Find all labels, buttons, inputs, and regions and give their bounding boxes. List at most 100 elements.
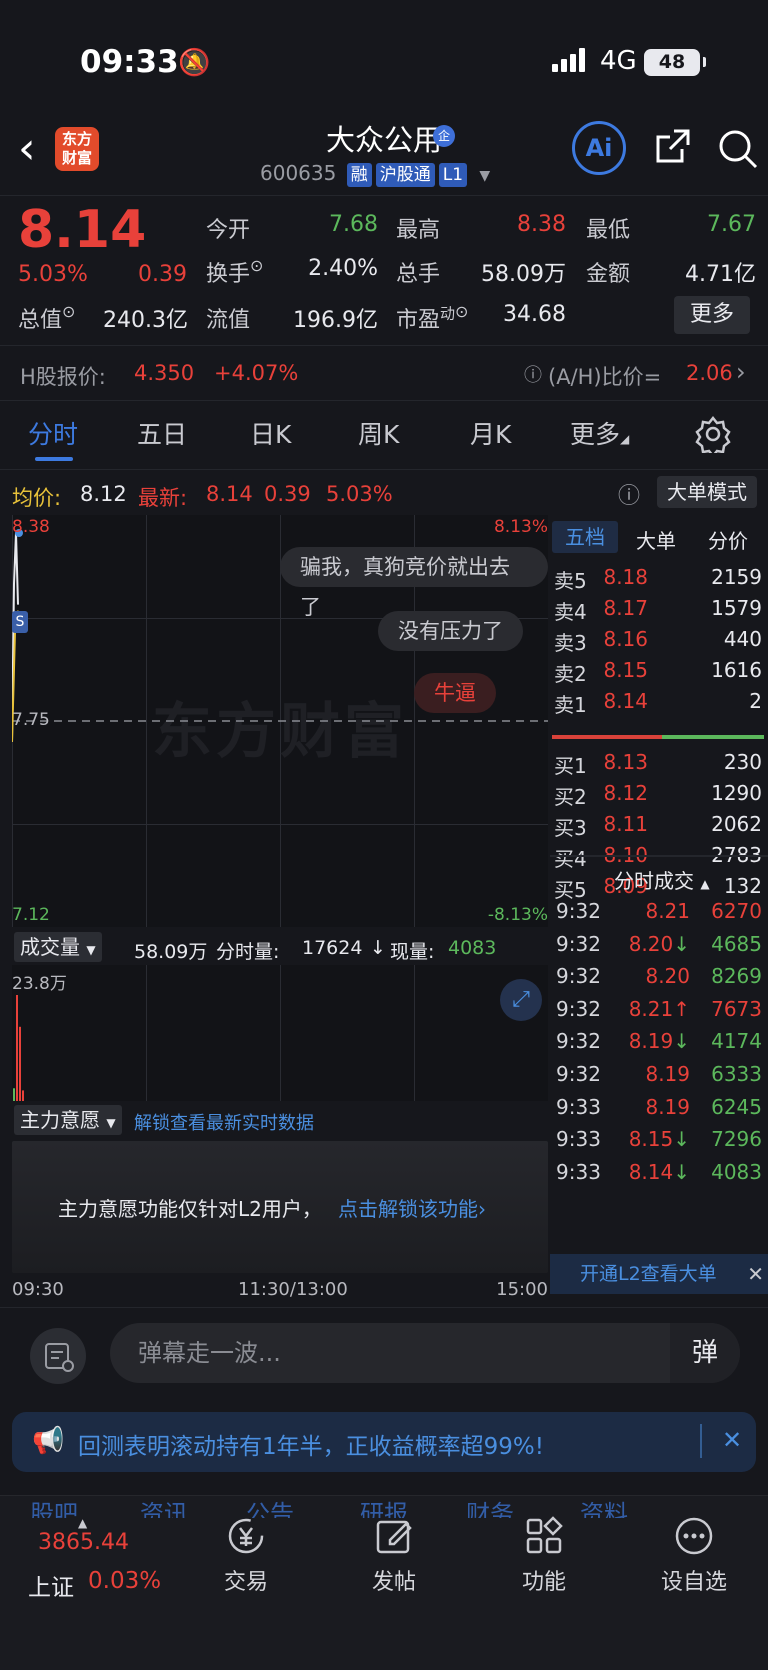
- level-price: 8.15: [603, 658, 648, 682]
- stock-code: 600635: [260, 161, 337, 185]
- trade-row[interactable]: 9:33 8.14↓ 4083: [550, 1160, 768, 1192]
- notice-text: 主力意愿功能仅针对L2用户，: [58, 1197, 322, 1221]
- trade-price: 8.19: [645, 1094, 690, 1119]
- l2-banner[interactable]: 开通L2查看大单 ✕: [550, 1254, 768, 1294]
- nav-add-watchlist[interactable]: 设自选: [644, 1514, 744, 1596]
- gear-icon[interactable]: [694, 415, 732, 453]
- danmaku-list-icon[interactable]: [30, 1328, 86, 1384]
- level-price: 8.16: [603, 627, 648, 651]
- tab-daily-k[interactable]: 日K: [250, 415, 291, 451]
- trade-row[interactable]: 9:32 8.21↑ 7673: [550, 997, 768, 1029]
- danmaku-bubble: 没有压力了: [378, 611, 523, 651]
- h-share-bar[interactable]: H股报价: 4.350 +4.07% ⓘ (A/H)比价= 2.06 ›: [0, 345, 768, 401]
- trades-title[interactable]: 分时成交 ▲: [614, 865, 710, 894]
- ask-row[interactable]: 卖3 8.16 440: [550, 627, 768, 659]
- help-icon[interactable]: ⓘ: [618, 478, 640, 510]
- level-volume: 440: [723, 627, 762, 651]
- trade-row[interactable]: 9:32 8.19↓ 4174: [550, 1029, 768, 1061]
- main-force-dropdown[interactable]: 主力意愿 ▼: [14, 1105, 122, 1135]
- unlock-link[interactable]: 解锁查看最新实时数据: [134, 1109, 314, 1135]
- trade-row[interactable]: 9:32 8.20↓ 4685: [550, 932, 768, 964]
- close-icon[interactable]: ✕: [747, 1254, 764, 1294]
- tab-monthly-k[interactable]: 月K: [470, 415, 511, 451]
- trade-row[interactable]: 9:33 8.15↓ 7296: [550, 1127, 768, 1159]
- yen-circle-icon: [228, 1518, 264, 1554]
- stock-code-row[interactable]: 600635 融沪股通 L1 ▼: [260, 161, 490, 187]
- level-volume: 2: [749, 689, 762, 713]
- share-icon[interactable]: [652, 127, 692, 167]
- index-value[interactable]: 3865.44: [38, 1530, 129, 1555]
- level-label: 买1: [554, 754, 587, 778]
- latest-value: 8.14: [206, 482, 253, 506]
- y-axis-mid: 7.75: [12, 710, 50, 730]
- mktcap-label[interactable]: 总值⊙: [18, 302, 75, 334]
- pe-label[interactable]: 市盈动⊙: [396, 302, 468, 334]
- close-icon[interactable]: ✕: [722, 1426, 742, 1454]
- ai-button[interactable]: Ai: [572, 121, 626, 175]
- time-axis: 09:30 11:30/13:00 15:00: [12, 1275, 548, 1305]
- trade-time: 9:32: [556, 1062, 601, 1086]
- turnover-label[interactable]: 换手⊙: [206, 256, 263, 288]
- volume-chart[interactable]: 成交量 ▼ 58.09万 分时量: 17624 ↓ 现量: 4083 23.8万…: [12, 929, 548, 1101]
- tab-price-dist[interactable]: 分价: [708, 525, 748, 554]
- ask-row[interactable]: 卖4 8.17 1579: [550, 596, 768, 628]
- tag-level: L1: [438, 163, 468, 187]
- volume-dropdown[interactable]: 成交量 ▼: [14, 932, 102, 962]
- tab-intraday[interactable]: 分时: [28, 415, 78, 451]
- avg-label: 均价:: [12, 486, 62, 510]
- pct-axis-bottom: -8.13%: [487, 905, 548, 925]
- danmaku-input[interactable]: 弹幕走一波...: [110, 1323, 740, 1383]
- volume-bar: [16, 995, 18, 1101]
- status-time: 09:33: [80, 44, 179, 80]
- ask-row[interactable]: 卖2 8.15 1616: [550, 658, 768, 690]
- expand-icon[interactable]: ⤢: [500, 979, 542, 1021]
- intraday-chart[interactable]: 东方财富 8.38 7.75 7.12 8.13% -8.13% S 骗我，真狗…: [12, 515, 548, 927]
- bid-row[interactable]: 买3 8.11 2062: [550, 812, 768, 844]
- trade-price: 8.20↓: [628, 931, 690, 956]
- tab-more[interactable]: 更多◢: [570, 415, 629, 451]
- trade-row[interactable]: 9:32 8.20 8269: [550, 964, 768, 996]
- nav-trade[interactable]: 交易: [196, 1514, 296, 1596]
- more-button[interactable]: 更多: [674, 296, 750, 334]
- main-force-notice: 主力意愿功能仅针对L2用户， 点击解锁该功能›: [12, 1141, 548, 1273]
- tab-weekly-k[interactable]: 周K: [358, 415, 399, 451]
- network-type: 4G: [600, 46, 637, 76]
- index-name[interactable]: 上证: [28, 1568, 74, 1602]
- enterprise-badge: 企: [433, 125, 455, 147]
- time-start: 09:30: [12, 1279, 64, 1300]
- trade-row[interactable]: 9:32 8.19 6333: [550, 1062, 768, 1094]
- help-icon[interactable]: ⓘ: [524, 361, 542, 387]
- trade-volume: 8269: [711, 964, 762, 989]
- notice-unlock-link[interactable]: 点击解锁该功能›: [338, 1193, 486, 1222]
- nav-functions[interactable]: 功能: [494, 1514, 594, 1596]
- danmaku-send-button[interactable]: 弹: [670, 1323, 740, 1383]
- trade-time: 9:32: [556, 931, 601, 956]
- tag-margin: 融: [346, 163, 372, 187]
- big-order-mode-button[interactable]: 大单模式: [657, 476, 757, 508]
- nav-post[interactable]: 发帖: [344, 1514, 444, 1596]
- trade-row[interactable]: 9:32 8.21 6270: [550, 899, 768, 931]
- level-price: 8.11: [603, 812, 648, 836]
- index-percent: 0.03%: [88, 1568, 162, 1594]
- bid-row[interactable]: 买2 8.12 1290: [550, 781, 768, 813]
- tab-five-levels[interactable]: 五档: [552, 521, 618, 553]
- bid-row[interactable]: 买1 8.13 230: [550, 750, 768, 782]
- sell-marker[interactable]: S: [12, 611, 28, 633]
- float-label: 流值: [206, 308, 251, 333]
- search-icon[interactable]: [716, 127, 760, 171]
- ah-ratio-value: 2.06: [686, 361, 733, 385]
- volume-value: 58.09万: [481, 262, 566, 287]
- latest-change: 0.39: [264, 482, 311, 506]
- trade-row[interactable]: 9:33 8.19 6245: [550, 1095, 768, 1127]
- time-mid: 11:30/13:00: [238, 1279, 348, 1300]
- status-bar: 09:33 🔕 4G 48: [0, 0, 768, 115]
- level-volume: 1290: [711, 781, 762, 805]
- danmaku-bubble: 牛逼: [414, 673, 496, 713]
- current-price: 8.14: [18, 200, 147, 260]
- order-book-panel: 五档 大单 分价 卖5 8.18 2159 卖4 8.17 1579 卖3 8.16 440 卖2…: [550, 515, 768, 1255]
- ask-row[interactable]: 卖5 8.18 2159: [550, 565, 768, 597]
- tab-big-orders[interactable]: 大单: [636, 525, 676, 554]
- tab-five-day[interactable]: 五日: [137, 415, 187, 451]
- promo-banner[interactable]: 📢 回测表明滚动持有1年半，正收益概率超99%! ✕: [12, 1412, 756, 1472]
- ask-row[interactable]: 卖1 8.14 2: [550, 689, 768, 721]
